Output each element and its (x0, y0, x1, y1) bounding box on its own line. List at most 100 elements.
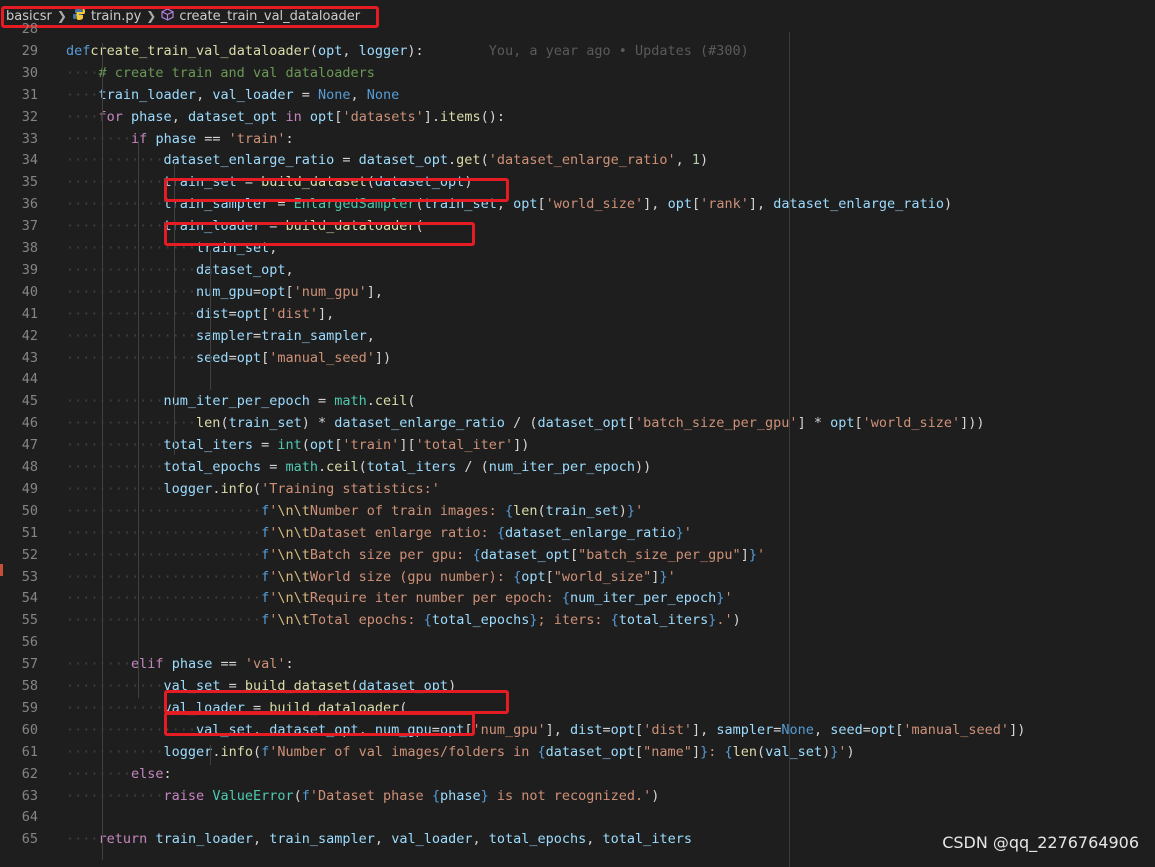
code-token: ]) (1009, 721, 1026, 738)
line-number: 32 (21, 108, 38, 125)
code-token: ( (480, 152, 489, 169)
code-token: 'num_gpu' (472, 721, 546, 738)
gutter-change-marker (0, 564, 3, 576)
indent-guide (102, 43, 103, 860)
code-token: 'Number of val images/folders in (269, 743, 538, 760)
code-line[interactable]: 57 ········elif phase == 'val': (0, 654, 1155, 675)
watermark: CSDN @qq_2276764906 (942, 833, 1139, 852)
code-token: [ (569, 546, 579, 563)
code-line[interactable]: 32 ····for phase, dataset_opt in opt['dat… (0, 107, 1155, 128)
code-token: .' (716, 612, 733, 629)
code-token: ], (366, 283, 384, 300)
code-line[interactable]: 33 ········if phase == 'train': (0, 129, 1155, 150)
code-token: dataset_opt (537, 415, 627, 432)
code-token: dataset_opt (480, 546, 570, 563)
code-token: \n\t (277, 612, 310, 629)
code-token: ] * (797, 415, 831, 432)
code-token: train_loader (155, 831, 253, 848)
code-line[interactable]: 48 ············total_epochs = math.ceil(t… (0, 457, 1155, 478)
code-token: opt (667, 196, 692, 213)
code-token: ) (846, 743, 855, 760)
code-line[interactable]: 49 ············logger.info('Training stat… (0, 479, 1155, 500)
code-token: phase (439, 787, 481, 804)
code-token: , (472, 831, 489, 848)
code-text: ············dataset_enlarge_ratio = data… (66, 152, 709, 169)
line-number: 52 (21, 546, 38, 563)
code-token: math (285, 459, 318, 475)
code-token: ( (407, 393, 416, 410)
code-token: ' (635, 502, 644, 519)
code-token: phase (155, 130, 197, 147)
annotation-highlight-box (164, 690, 509, 714)
line-number: 33 (21, 130, 38, 147)
code-token: \n\t (277, 546, 310, 563)
code-token: [ (854, 415, 863, 432)
code-token: , (252, 831, 270, 848)
code-token: train_set (545, 502, 619, 519)
code-token: total_iters (366, 459, 457, 475)
code-token: 'world_size' (862, 415, 961, 432)
code-token: , (586, 831, 603, 848)
code-line[interactable]: 61 ············logger.info(f'Number of va… (0, 742, 1155, 763)
code-token: create_train_val_dataloader (90, 42, 310, 59)
code-token: int (277, 437, 302, 454)
code-line[interactable]: 63 ············raise ValueError(f'Dataset… (0, 786, 1155, 807)
line-number: 28 (21, 21, 38, 37)
code-token: : (285, 656, 294, 673)
code-token: Total epochs: (309, 612, 424, 629)
code-text: ························f'\n\tTotal epoc… (66, 612, 741, 629)
code-line[interactable]: 50 ························f'\n\tNumber o… (0, 501, 1155, 522)
code-line[interactable]: 56 (0, 632, 1155, 653)
line-number: 49 (21, 480, 38, 497)
code-token: ) (943, 196, 953, 213)
code-token: f (261, 590, 270, 607)
indent-guide (210, 250, 211, 390)
code-token: 'train' (228, 130, 286, 147)
code-line[interactable]: 54 ························f'\n\tRequire … (0, 588, 1155, 609)
line-number: 60 (21, 721, 38, 738)
code-line[interactable]: 53 ························f'\n\tWorld si… (0, 567, 1155, 588)
code-line[interactable]: 29 defcreate_train_val_dataloader(opt, lo… (0, 41, 1155, 62)
code-line[interactable]: 28 (0, 19, 1155, 40)
code-token: ' (756, 546, 766, 563)
code-token: dist (196, 305, 229, 322)
code-token: { (610, 612, 619, 629)
code-token: = (862, 721, 871, 738)
code-line[interactable]: 30 ····# create train and val dataloaders (0, 63, 1155, 84)
code-text: ············total_epochs = math.ceil(tot… (66, 459, 652, 475)
code-text: ················num_gpu=opt['num_gpu'], (66, 283, 384, 300)
code-token: } (626, 502, 636, 519)
code-token: 'datasets' (342, 108, 424, 125)
code-token: . (318, 459, 327, 475)
code-token: : (163, 765, 172, 782)
code-token: ValueError (212, 787, 294, 804)
code-token: ceil (374, 393, 408, 410)
line-number: 30 (21, 64, 38, 81)
code-token: 'total_iter' (415, 437, 514, 454)
code-line[interactable]: 31 ····train_loader, val_loader = None, N… (0, 85, 1155, 106)
code-token: f (261, 568, 270, 585)
code-line[interactable]: 52 ························f'\n\tBatch si… (0, 545, 1155, 566)
line-number: 54 (21, 590, 38, 607)
code-token: 'Dataset phase (309, 787, 432, 804)
code-token: 1 (691, 152, 701, 169)
code-token: dataset_enlarge_ratio (163, 152, 335, 169)
code-token: { (561, 590, 570, 607)
code-editor[interactable]: 28 29 defcreate_train_val_dataloader(opt, … (0, 21, 1155, 867)
line-number: 46 (21, 415, 38, 432)
line-number: 34 (21, 152, 38, 169)
line-number: 42 (21, 327, 38, 344)
code-token: seed (830, 721, 863, 738)
line-number: 62 (21, 765, 38, 782)
code-line[interactable]: 62 ········else: (0, 764, 1155, 785)
code-token: } (700, 743, 709, 760)
code-text: defcreate_train_val_dataloader(opt, logg… (66, 41, 749, 62)
code-token: val_loader (391, 831, 473, 848)
code-token: total_iters (163, 437, 253, 454)
code-line[interactable]: 64 (0, 807, 1155, 828)
code-line[interactable]: 51 ························f'\n\tDataset … (0, 523, 1155, 544)
code-token: phase (131, 108, 172, 125)
code-line[interactable]: 55 ························f'\n\tTotal ep… (0, 610, 1155, 631)
code-token: total_epochs (488, 831, 587, 848)
code-token: , (350, 86, 367, 103)
